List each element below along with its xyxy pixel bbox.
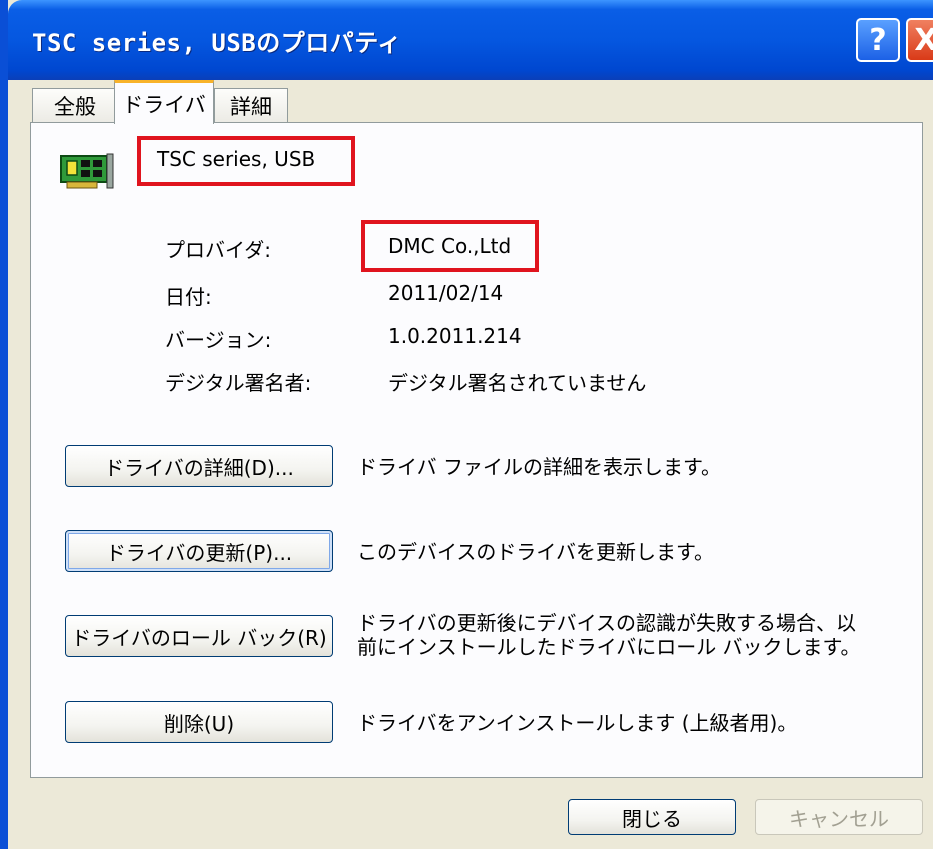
signer-value: デジタル署名されていません (388, 371, 647, 395)
date-label: 日付: (165, 285, 212, 309)
driver-tab-panel: TSC series, USB プロバイダ: DMC Co.,Ltd 日付: 2… (30, 122, 923, 778)
close-icon: X (914, 22, 933, 58)
close-window-button[interactable]: X (906, 18, 933, 62)
help-button[interactable]: ? (856, 18, 900, 62)
window-title: TSC series, USBのプロパティ (32, 29, 402, 57)
version-value: 1.0.2011.214 (388, 324, 522, 348)
rollback-description-line1: ドライバの更新後にデバイスの認識が失敗する場合、以 (357, 611, 856, 635)
title-bar[interactable]: TSC series, USBのプロパティ ? X (8, 0, 933, 80)
close-button[interactable]: 閉じる (568, 799, 736, 835)
tab-details[interactable]: 詳細 (214, 88, 288, 122)
update-driver-button[interactable]: ドライバの更新(P)... (65, 530, 333, 572)
driver-details-button[interactable]: ドライバの詳細(D)... (65, 445, 333, 487)
cancel-button[interactable]: キャンセル (755, 799, 923, 835)
provider-value: DMC Co.,Ltd (388, 234, 512, 258)
version-label: バージョン: (165, 328, 272, 352)
driver-details-description: ドライバ ファイルの詳細を表示します。 (357, 455, 721, 479)
signer-label: デジタル署名者: (165, 371, 312, 395)
rollback-driver-description: ドライバの更新後にデバイスの認識が失敗する場合、以 前にインストールしたドライバ… (357, 611, 861, 659)
update-driver-description: このデバイスのドライバを更新します。 (357, 540, 714, 564)
device-name: TSC series, USB (157, 147, 316, 171)
date-value: 2011/02/14 (388, 281, 504, 305)
rollback-driver-button[interactable]: ドライバのロール バック(R) (65, 615, 333, 657)
rollback-description-line2: 前にインストールしたドライバにロール バックします。 (357, 635, 861, 659)
provider-label: プロバイダ: (165, 238, 271, 262)
help-icon: ? (869, 22, 887, 58)
uninstall-button[interactable]: 削除(U) (65, 701, 333, 743)
network-card-icon (60, 153, 114, 189)
tab-driver[interactable]: ドライバ (114, 80, 214, 124)
tab-general[interactable]: 全般 (32, 88, 118, 122)
uninstall-description: ドライバをアンインストールします (上級者用)。 (357, 711, 798, 735)
